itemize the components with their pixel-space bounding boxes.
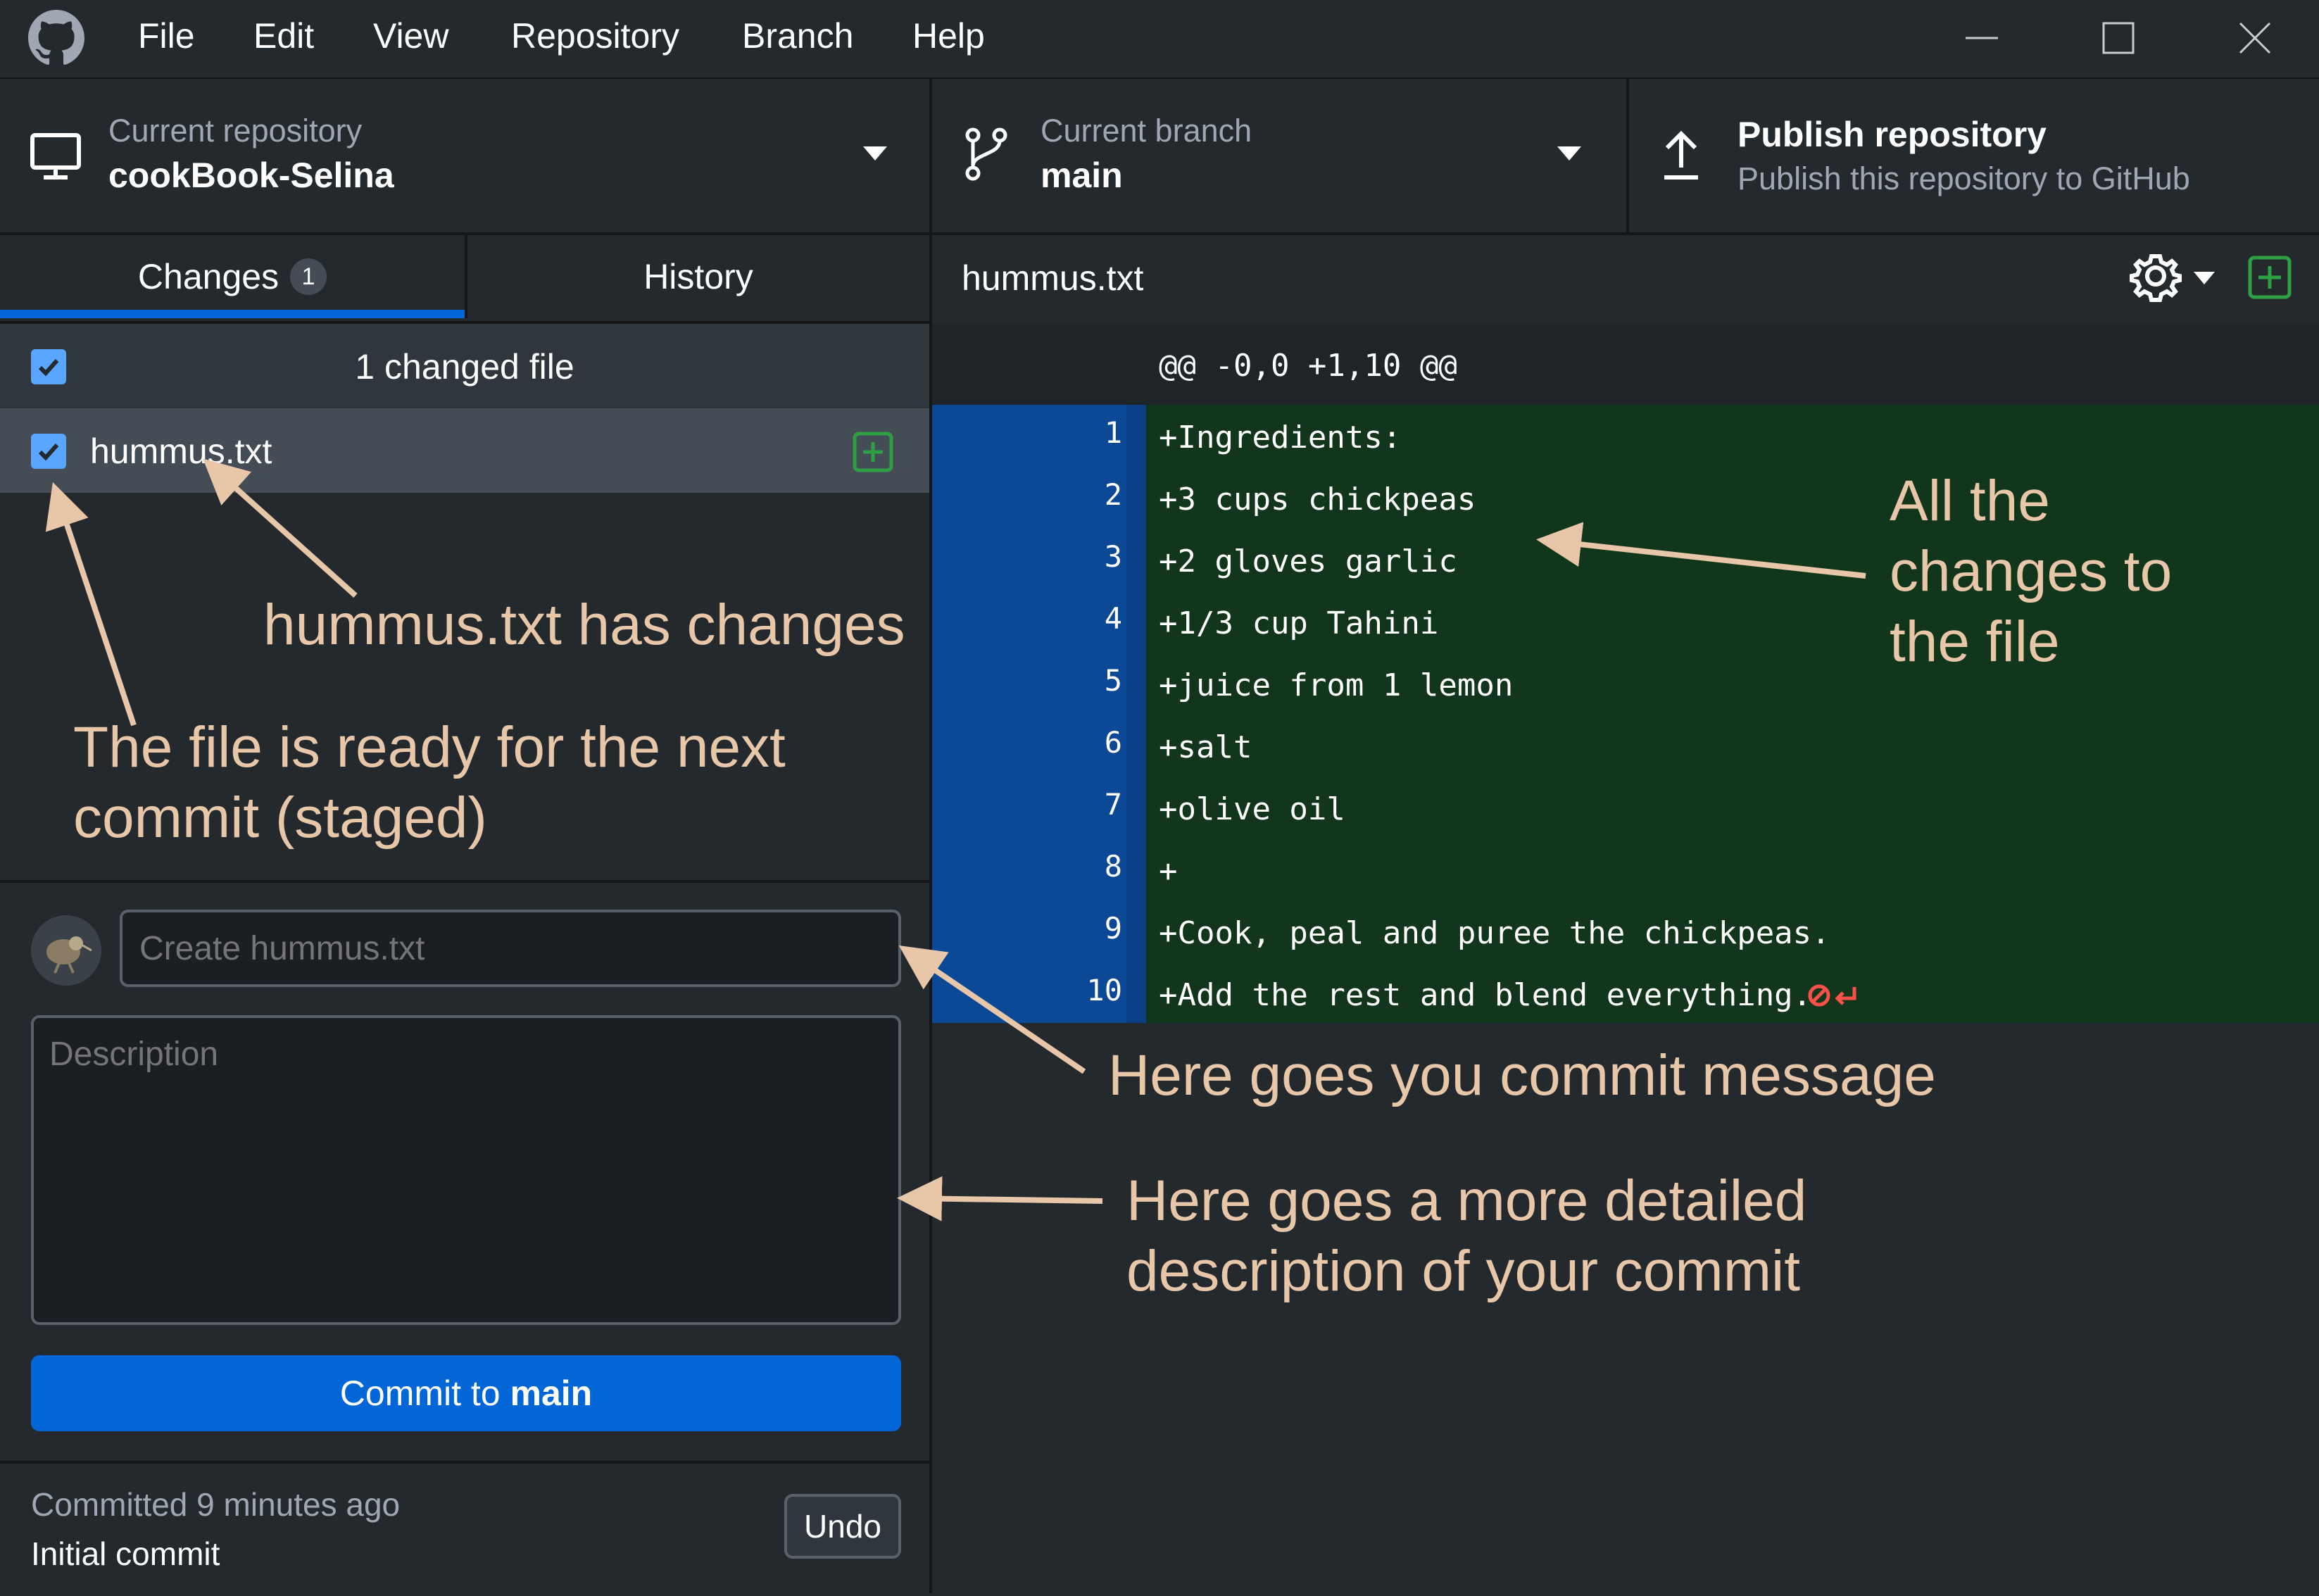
annotation-arrow [897, 1176, 1103, 1221]
annotation-arrow [898, 945, 1086, 1074]
annotation-arrow [45, 482, 137, 727]
annotation-all-changes-line1: All the [1890, 469, 2050, 533]
annotation-all-changes-line3: the file [1890, 610, 2060, 674]
annotation-description-line2: description of your commit [1126, 1239, 1801, 1303]
annotation-all-changes-line2: changes to [1890, 539, 2173, 603]
annotation-staged-line1: The file is ready for the next [73, 715, 786, 779]
annotation-staged-line2: commit (staged) [73, 786, 487, 850]
annotation-arrow [1536, 522, 1866, 579]
annotation-arrow [203, 458, 358, 598]
annotation-commit-message: Here goes you commit message [1108, 1043, 1936, 1107]
annotation-description-line1: Here goes a more detailed [1126, 1169, 1807, 1233]
annotation-has-changes: hummus.txt has changes [263, 593, 905, 657]
